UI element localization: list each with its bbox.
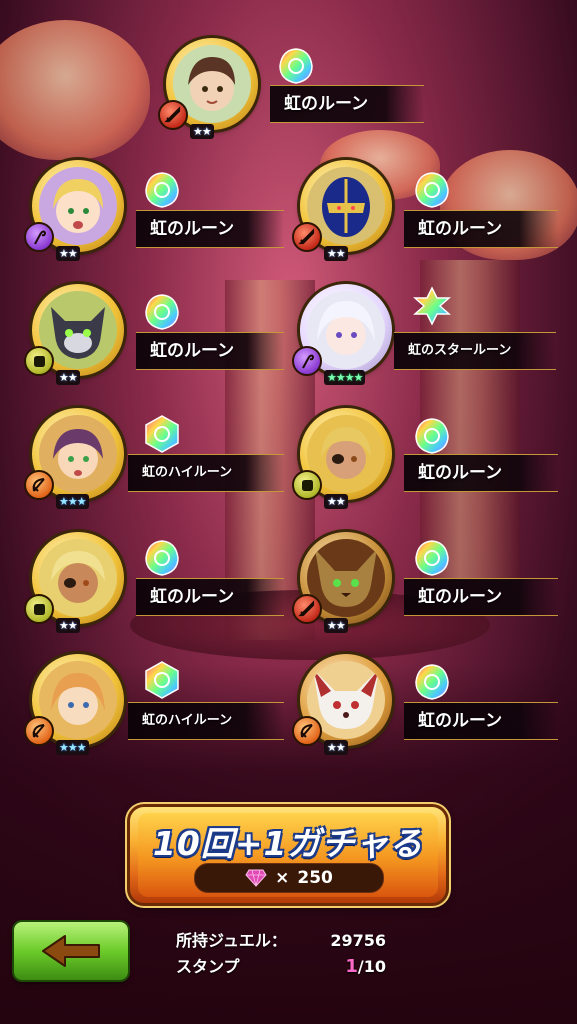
item-name: 虹のハイルーン (128, 702, 284, 740)
rarity-stars: ★★ (324, 740, 348, 755)
result-item-9[interactable]: ★★ 虹のルーン (292, 532, 577, 652)
result-item-8[interactable]: ★★ 虹のルーン (24, 532, 312, 652)
item-name: 虹のハイルーン (128, 454, 284, 492)
rainbow-rune-icon (142, 538, 182, 578)
gacha-10-plus-1-button[interactable]: 10回+1ガチャる × 250 (130, 807, 446, 903)
rarity-stars: ★★ (190, 124, 214, 139)
item-name: 虹のルーン (404, 578, 558, 616)
rainbow-rune-icon (142, 170, 182, 210)
item-name: 虹のルーン (136, 578, 284, 616)
fist-class-icon (24, 346, 54, 376)
fist-class-icon (292, 470, 322, 500)
result-item-6[interactable]: ★★★ 虹のハイルーン (24, 408, 312, 528)
result-item-5[interactable]: ★★★★ 虹のスタールーン (292, 284, 577, 404)
result-item-4[interactable]: ★★ 虹のルーン (24, 284, 312, 404)
item-name: 虹のルーン (136, 210, 284, 248)
staff-class-icon (292, 346, 322, 376)
result-item-1[interactable]: ★★ 虹のルーン (158, 38, 446, 158)
result-item-7[interactable]: ★★ 虹のルーン (292, 408, 577, 528)
gacha-cost: × 250 (194, 863, 384, 893)
jewel-count-row: 所持ジュエル： 29756 (176, 928, 386, 954)
rarity-stars: ★★ (56, 618, 80, 633)
result-item-10[interactable]: ★★★ 虹のハイルーン (24, 654, 312, 774)
rainbow-high-rune-icon (142, 414, 182, 454)
rarity-stars: ★★ (324, 618, 348, 633)
rainbow-rune-icon (276, 46, 316, 86)
jewel-value: 29756 (330, 931, 386, 950)
rarity-stars: ★★ (56, 370, 80, 385)
arrow-left-icon (42, 935, 100, 967)
stamp-current: 1 (345, 956, 358, 977)
sword-class-icon (292, 594, 322, 624)
rarity-stars: ★★★★ (324, 370, 366, 385)
sword-class-icon (292, 222, 322, 252)
gacha-button-label: 10回+1ガチャる (152, 824, 424, 863)
result-item-2[interactable]: ★★ 虹のルーン (24, 160, 312, 280)
jewel-icon (245, 869, 267, 887)
stamp-row: スタンプ 1/10 (176, 954, 386, 980)
cost-value: 250 (297, 868, 333, 888)
rarity-stars: ★★ (56, 246, 80, 261)
bow-class-icon (292, 716, 322, 746)
rainbow-rune-icon (412, 170, 452, 210)
item-name: 虹のルーン (404, 702, 558, 740)
rainbow-star-rune-icon (412, 286, 452, 326)
sword-class-icon (158, 100, 188, 130)
fist-class-icon (24, 594, 54, 624)
rarity-stars: ★★ (324, 494, 348, 509)
rarity-stars: ★★★ (56, 740, 89, 755)
rainbow-high-rune-icon (142, 660, 182, 700)
player-info: 所持ジュエル： 29756 スタンプ 1/10 (176, 928, 386, 984)
rainbow-rune-icon (412, 416, 452, 456)
stamp-progress: 1/10 (345, 954, 386, 980)
item-name: 虹のルーン (270, 85, 424, 123)
item-name: 虹のルーン (404, 210, 558, 248)
item-name: 虹のルーン (404, 454, 558, 492)
stamp-total: /10 (357, 957, 386, 976)
back-button[interactable] (14, 922, 128, 980)
rarity-stars: ★★★ (56, 494, 89, 509)
item-name: 虹のルーン (136, 332, 284, 370)
rainbow-rune-icon (412, 538, 452, 578)
bow-class-icon (24, 470, 54, 500)
rainbow-rune-icon (412, 662, 452, 702)
rainbow-rune-icon (142, 292, 182, 332)
item-name: 虹のスタールーン (394, 332, 556, 370)
cost-multiplier: × (275, 868, 290, 888)
rarity-stars: ★★ (324, 246, 348, 261)
result-item-11[interactable]: ★★ 虹のルーン (292, 654, 577, 774)
jewel-label: 所持ジュエル： (176, 931, 287, 950)
staff-class-icon (24, 222, 54, 252)
bow-class-icon (24, 716, 54, 746)
stamp-label: スタンプ (176, 957, 240, 976)
result-item-3[interactable]: ★★ 虹のルーン (292, 160, 577, 280)
